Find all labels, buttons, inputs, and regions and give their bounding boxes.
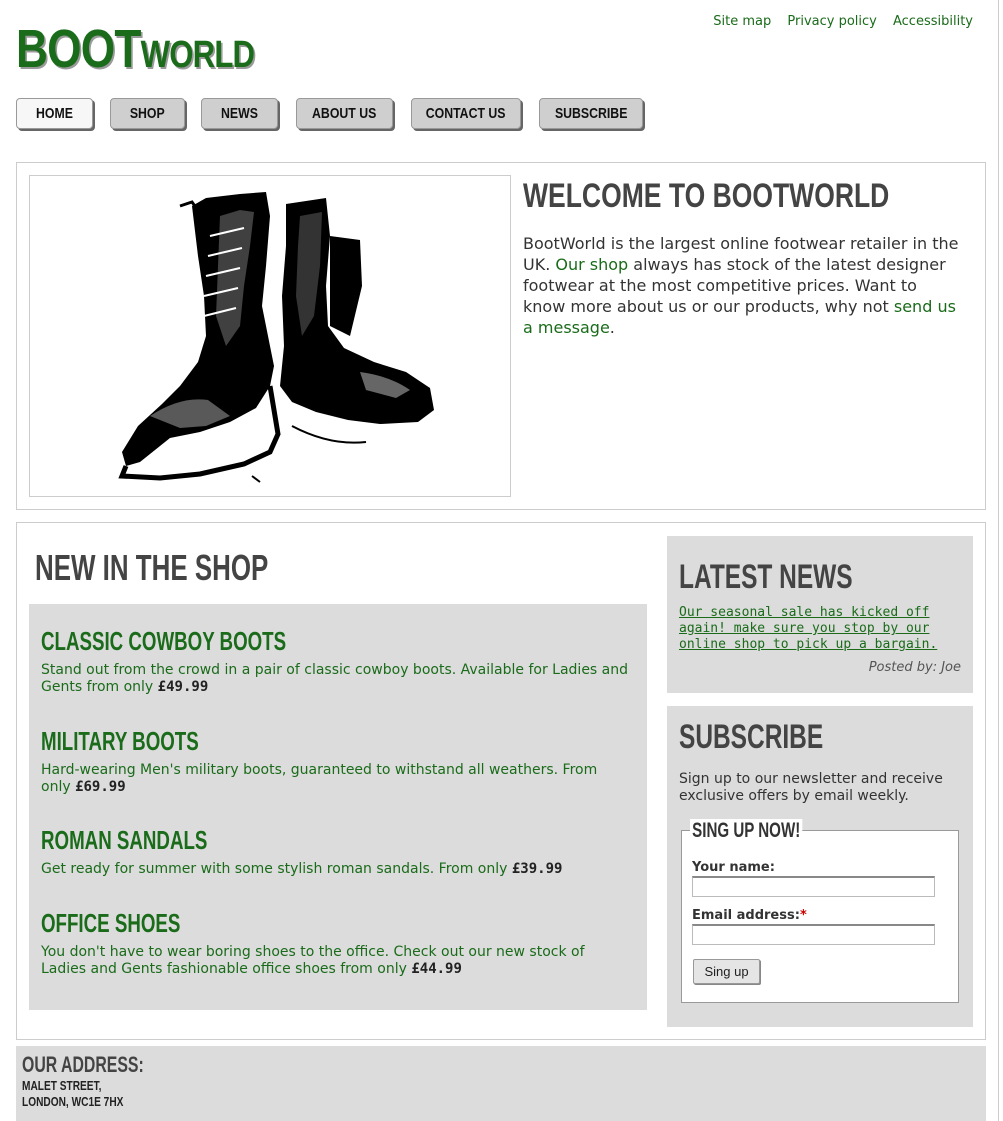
nav-subscribe-button[interactable]: SUBSCRIBE <box>539 98 643 129</box>
nav-shop-button[interactable]: SHOP <box>110 98 185 129</box>
boots-illustration <box>118 192 434 483</box>
content-section: NEW IN THE SHOP CLASSIC COWBOY BOOTS Sta… <box>16 522 986 1040</box>
product-item: ROMAN SANDALS Get ready for summer with … <box>41 825 631 878</box>
nav-subscribe-label: SUBSCRIBE <box>554 105 628 122</box>
nav-contact-us-label: CONTACT US <box>426 105 506 122</box>
welcome-section: WELCOME TO BOOTWORLD BootWorld is the la… <box>16 162 986 510</box>
welcome-title: WELCOME TO BOOTWORLD <box>523 177 890 215</box>
product-desc-text: You don't have to wear boring shoes to t… <box>41 944 585 977</box>
nav-home-button[interactable]: HOME <box>16 98 93 129</box>
product-description: You don't have to wear boring shoes to t… <box>41 944 631 978</box>
welcome-text: BootWorld is the largest online footwear… <box>523 233 963 338</box>
product-price: £49.99 <box>157 679 209 695</box>
product-price: £69.99 <box>75 779 126 795</box>
accessibility-link[interactable]: Accessibility <box>893 14 973 29</box>
latest-news-title: LATEST NEWS <box>679 558 853 596</box>
sign-up-button[interactable]: Sing up <box>693 959 760 984</box>
nav-shop-label: SHOP <box>130 105 165 122</box>
subscribe-text: Sign up to our newsletter and receive ex… <box>679 771 943 804</box>
nav-news-button[interactable]: NEWS <box>201 98 278 129</box>
signup-form: SING UP NOW! Your name: Email address:* … <box>681 819 959 1003</box>
required-asterisk: * <box>799 908 807 923</box>
nav-contact-us-button[interactable]: CONTACT US <box>411 98 521 129</box>
latest-news-panel: LATEST NEWS Our seasonal sale has kicked… <box>667 536 973 693</box>
name-field[interactable] <box>692 876 935 897</box>
product-item: CLASSIC COWBOY BOOTS Stand out from the … <box>41 626 631 696</box>
nav-about-us-button[interactable]: ABOUT US <box>296 98 393 129</box>
product-title[interactable]: MILITARY BOOTS <box>41 726 466 756</box>
product-description: Get ready for summer with some stylish r… <box>41 861 631 878</box>
product-title[interactable]: OFFICE SHOES <box>41 908 466 938</box>
address-title: OUR ADDRESS: <box>22 1052 144 1077</box>
subscribe-title: SUBSCRIBE <box>679 718 824 756</box>
logo-boot-text: BOOT <box>16 19 141 79</box>
nav-about-us-label: ABOUT US <box>312 105 377 122</box>
address-line-2: LONDON, WC1E 7HX <box>22 1094 124 1109</box>
boots-image <box>29 175 511 497</box>
site-logo[interactable]: BOOTWORLD <box>16 18 255 80</box>
product-item: MILITARY BOOTS Hard-wearing Men's milita… <box>41 726 631 796</box>
logo-world-text: WORLD <box>140 34 255 76</box>
product-desc-text: Get ready for summer with some stylish r… <box>41 861 512 877</box>
nav-news-label: NEWS <box>221 105 258 122</box>
footer-address: OUR ADDRESS: MALET STREET, LONDON, WC1E … <box>16 1046 986 1121</box>
product-description: Stand out from the crowd in a pair of cl… <box>41 662 631 696</box>
product-description: Hard-wearing Men's military boots, guara… <box>41 762 631 796</box>
subscribe-panel: SUBSCRIBE Sign up to our newsletter and … <box>667 706 973 1027</box>
nav-home-label: HOME <box>36 105 73 122</box>
product-price: £44.99 <box>411 961 462 977</box>
product-price: £39.99 <box>511 861 563 877</box>
address-line-1: MALET STREET, <box>22 1078 102 1093</box>
news-posted-by: Posted by: Joe <box>868 660 961 675</box>
site-map-link[interactable]: Site map <box>713 14 771 29</box>
signup-legend: SING UP NOW! <box>690 819 803 843</box>
welcome-text-part-3: . <box>609 318 615 337</box>
news-item-link[interactable]: Our seasonal sale has kicked off again! … <box>679 605 964 653</box>
product-desc-text: Stand out from the crowd in a pair of cl… <box>41 662 629 695</box>
email-label-text: Email address: <box>692 908 800 923</box>
product-title[interactable]: ROMAN SANDALS <box>41 825 466 855</box>
new-in-shop-title: NEW IN THE SHOP <box>35 547 269 588</box>
product-item: OFFICE SHOES You don't have to wear bori… <box>41 908 631 978</box>
utility-links: Site map Privacy policy Accessibility <box>701 14 973 29</box>
product-title[interactable]: CLASSIC COWBOY BOOTS <box>41 626 466 656</box>
our-shop-link[interactable]: Our shop <box>555 255 628 274</box>
name-label: Your name: <box>692 860 775 875</box>
email-field[interactable] <box>692 924 935 945</box>
privacy-policy-link[interactable]: Privacy policy <box>787 14 876 29</box>
shop-panel: CLASSIC COWBOY BOOTS Stand out from the … <box>29 604 647 1010</box>
email-label: Email address:* <box>692 908 807 923</box>
page: BOOTWORLD Site map Privacy policy Access… <box>0 0 999 1121</box>
